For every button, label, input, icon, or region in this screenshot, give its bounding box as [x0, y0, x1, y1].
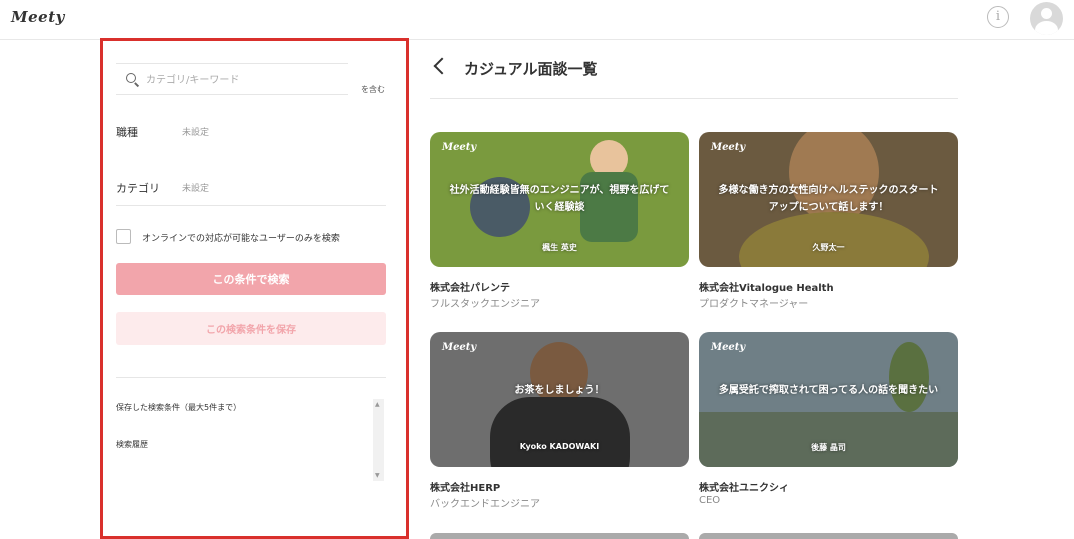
card-thumbnail-title: お茶をしましょう！ [514, 385, 605, 396]
saved-conditions-title: 保存した検索条件（最大5件まで） [116, 403, 242, 412]
card-logo: Meety [711, 342, 746, 353]
avatar-body [1035, 21, 1058, 35]
saved-conditions-panel: 保存した検索条件（最大5件まで） 検索履歴 ▲ ▼ [116, 397, 386, 483]
card-role: プロダクトマネージャー [699, 299, 809, 310]
meeting-card[interactable]: Meety 多属受託で搾取されて困ってる人の話を聞きたい 後藤 晶司 株式会社ユ… [699, 332, 958, 522]
divider [116, 377, 386, 378]
save-condition-button[interactable]: この検索条件を保存 [116, 312, 386, 345]
filter-job-type[interactable]: 職種 未設定 [116, 120, 386, 142]
card-thumbnail[interactable]: Meety 社外活動経験皆無のエンジニアが、視野を広げていく経験談 楓生 英史 [430, 132, 689, 267]
online-only-checkbox[interactable] [116, 229, 131, 244]
card-thumbnail[interactable]: Meety お茶をしましょう！ Kyoko KADOWAKI [430, 332, 689, 467]
card-host-name: 久野太一 [812, 243, 845, 252]
card-thumbnail-title: 多様な働き方の女性向けヘルステックのスタートアップについて話します！ [718, 185, 939, 213]
meeting-card[interactable]: Meety お茶をしましょう！ Kyoko KADOWAKI 株式会社HERP … [430, 332, 689, 522]
photo-shape [739, 212, 929, 267]
card-host-name: Kyoko KADOWAKI [519, 442, 600, 451]
divider [116, 205, 386, 206]
scroll-up-icon[interactable]: ▲ [375, 401, 380, 408]
search-sidebar: を含む 職種 未設定 カテゴリ 未設定 オンラインでの対応が可能なユーザーのみを… [100, 38, 409, 539]
card-role: CEO [699, 495, 721, 506]
title-divider [430, 98, 958, 99]
include-text: を含む [361, 85, 385, 94]
card-thumbnail[interactable]: Meety 多属受託で搾取されて困ってる人の話を聞きたい 後藤 晶司 [699, 332, 958, 467]
meety-logo[interactable]: Meety [11, 8, 65, 26]
online-only-label: オンラインでの対応が可能なユーザーのみを検索 [142, 234, 340, 244]
meeting-card[interactable]: Meety 社外活動経験皆無のエンジニアが、視野を広げていく経験談 楓生 英史 … [430, 132, 689, 322]
filter-value: 未設定 [182, 184, 210, 194]
photo-shape [490, 397, 630, 467]
back-chevron-icon[interactable] [433, 57, 451, 75]
photo-shape [699, 412, 958, 467]
online-only-option[interactable]: オンラインでの対応が可能なユーザーのみを検索 [116, 228, 386, 246]
card-company[interactable]: 株式会社HERP [430, 479, 500, 494]
avatar[interactable] [1030, 2, 1063, 35]
card-logo: Meety [711, 142, 746, 153]
filter-label: カテゴリ [116, 182, 160, 195]
page-title: カジュアル面談一覧 [464, 60, 598, 78]
filter-label: 職種 [116, 126, 138, 139]
card-thumbnail-title: 社外活動経験皆無のエンジニアが、視野を広げていく経験談 [449, 185, 670, 213]
info-icon[interactable]: i [987, 6, 1009, 28]
card-logo: Meety [442, 342, 477, 353]
top-bar: Meety i [0, 0, 1074, 40]
search-input[interactable] [146, 70, 341, 90]
card-role: フルスタックエンジニア [430, 299, 540, 310]
card-company[interactable]: 株式会社Vitalogue Health [699, 279, 834, 294]
card-host-name: 後藤 晶司 [811, 443, 846, 452]
scrollbar[interactable]: ▲ ▼ [373, 399, 384, 481]
card-host-name: 楓生 英史 [542, 243, 577, 252]
filter-value: 未設定 [182, 128, 210, 138]
search-button[interactable]: この条件で検索 [116, 263, 386, 295]
avatar-head [1041, 8, 1052, 19]
card-thumbnail[interactable]: Meety 多様な働き方の女性向けヘルステックのスタートアップについて話します！… [699, 132, 958, 267]
card-thumbnail-title: 多属受託で搾取されて困ってる人の話を聞きたい [718, 385, 939, 396]
card-company[interactable]: 株式会社ユニクシィ [699, 479, 789, 494]
meeting-card[interactable]: Meety 多様な働き方の女性向けヘルステックのスタートアップについて話します！… [699, 132, 958, 322]
card-role: バックエンドエンジニア [430, 499, 540, 510]
next-card-peek [430, 533, 689, 539]
search-box [116, 63, 348, 95]
scroll-down-icon[interactable]: ▼ [375, 472, 380, 479]
search-icon [126, 73, 136, 83]
next-card-peek [699, 533, 958, 539]
card-logo: Meety [442, 142, 477, 153]
photo-shape [889, 342, 929, 412]
search-history-title: 検索履歴 [116, 440, 148, 449]
filter-category[interactable]: カテゴリ 未設定 [116, 176, 386, 198]
card-company[interactable]: 株式会社パレンテ [430, 279, 510, 294]
